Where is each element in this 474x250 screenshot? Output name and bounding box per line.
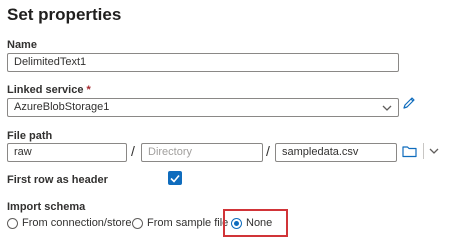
chevron-down-icon[interactable] [429,147,439,155]
import-schema-label: Import schema [7,201,86,213]
radio-label: None [246,217,273,229]
chevron-down-icon[interactable] [382,104,392,112]
linked-service-label: Linked service [7,84,84,96]
folder-browse-icon[interactable] [402,145,417,158]
radio-from-connection[interactable]: From connection/store [7,217,131,229]
file-name-input[interactable]: sampledata.csv [275,143,397,162]
linked-service-select[interactable]: AzureBlobStorage1 [7,98,399,117]
radio-from-sample-file[interactable]: From sample file [132,217,228,229]
path-separator: / [266,143,270,159]
edit-pencil-icon[interactable] [402,96,416,110]
radio-circle [132,217,143,229]
radio-label: From connection/store [22,217,132,229]
directory-input[interactable]: Directory [141,143,263,162]
name-input[interactable]: DelimitedText1 [7,53,399,72]
divider [423,143,424,159]
radio-none[interactable]: None [231,217,272,229]
name-label: Name [7,39,37,51]
path-separator: / [131,143,135,159]
first-row-header-label: First row as header [7,174,108,186]
required-marker: * [86,84,91,96]
panel-title: Set properties [7,5,122,24]
radio-label: From sample file [147,217,229,229]
first-row-header-checkbox[interactable] [168,171,182,185]
radio-circle [7,217,18,229]
file-path-label: File path [7,130,53,142]
linked-service-label-wrap: Linked service * [7,84,91,96]
linked-service-value: AzureBlobStorage1 [14,101,110,113]
radio-circle-selected [231,217,242,229]
checkmark-icon [170,174,180,183]
container-input[interactable]: raw [7,143,127,162]
